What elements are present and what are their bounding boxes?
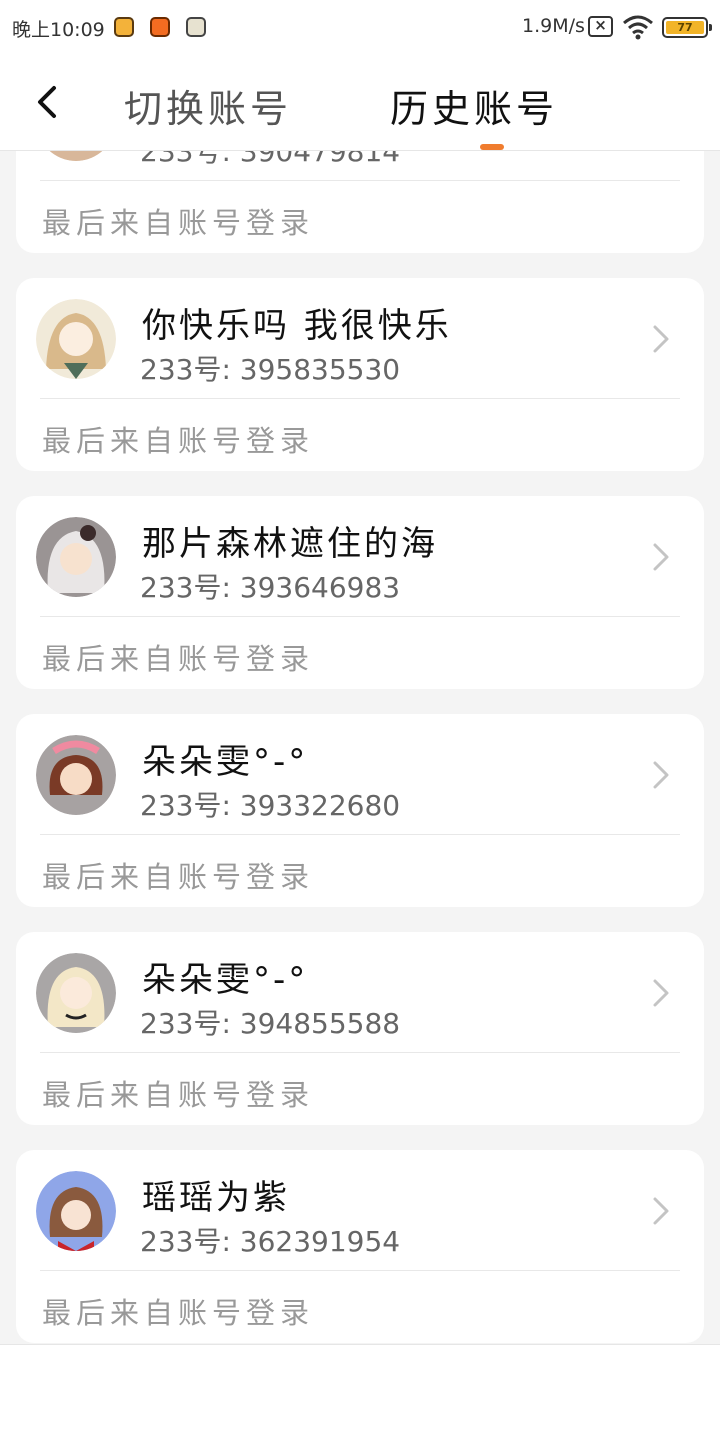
- status-bar: 晚上10:09 1.9M/s × 77: [0, 0, 720, 56]
- divider: [40, 834, 680, 835]
- chevron-right-icon: [653, 543, 669, 571]
- chevron-right-icon: [653, 761, 669, 789]
- account-id: 233号: 395835530: [140, 353, 401, 386]
- login-source[interactable]: 最后来自账号登录: [42, 636, 314, 678]
- bottom-area: [0, 1344, 720, 1440]
- account-card: 你快乐吗 我很快乐 233号: 395835530 最后来自账号登录: [16, 278, 704, 471]
- account-row[interactable]: 233号: 390479814: [16, 151, 704, 181]
- nickname: 朵朵雯°-°: [142, 742, 309, 782]
- battery-level: 77: [666, 21, 704, 34]
- divider: [40, 398, 680, 399]
- divider: [40, 1052, 680, 1053]
- account-row[interactable]: 你快乐吗 我很快乐 233号: 395835530: [16, 278, 704, 399]
- wifi-icon: [623, 15, 653, 40]
- app-icon-cat: [186, 17, 206, 37]
- nickname: 那片森林遮住的海: [142, 524, 438, 564]
- tab-history-account[interactable]: 历史账号: [390, 78, 558, 133]
- login-source[interactable]: 最后来自账号登录: [42, 854, 314, 896]
- nickname: 朵朵雯°-°: [142, 960, 309, 1000]
- divider: [40, 1270, 680, 1271]
- chevron-right-icon: [653, 979, 669, 1007]
- account-id: 233号: 393646983: [140, 571, 401, 604]
- account-card: 朵朵雯°-° 233号: 393322680 最后来自账号登录: [16, 714, 704, 907]
- account-id: 233号: 390479814: [140, 151, 401, 168]
- avatar: [36, 151, 116, 161]
- nickname: 瑶瑶为紫: [142, 1178, 290, 1218]
- tab-indicator: [480, 144, 504, 150]
- account-row[interactable]: 那片森林遮住的海 233号: 393646983: [16, 496, 704, 617]
- account-row[interactable]: 瑶瑶为紫 233号: 362391954: [16, 1150, 704, 1271]
- divider: [40, 616, 680, 617]
- login-source[interactable]: 最后来自账号登录: [42, 418, 314, 460]
- login-source[interactable]: 最后来自账号登录: [42, 1290, 314, 1332]
- avatar: [36, 1171, 116, 1251]
- account-card: 朵朵雯°-° 233号: 394855588 最后来自账号登录: [16, 932, 704, 1125]
- account-id: 233号: 393322680: [140, 789, 401, 822]
- network-speed: 1.9M/s: [522, 15, 585, 37]
- chevron-right-icon: [653, 1197, 669, 1225]
- account-row[interactable]: 朵朵雯°-° 233号: 393322680: [16, 714, 704, 835]
- sim-x-icon: ×: [588, 16, 613, 37]
- nickname: 你快乐吗 我很快乐: [142, 306, 452, 346]
- account-list: 233号: 390479814 最后来自账号登录 你快乐吗 我很快乐 233号:…: [16, 151, 704, 1344]
- avatar: [36, 953, 116, 1033]
- login-source[interactable]: 最后来自账号登录: [42, 1072, 314, 1114]
- account-id: 233号: 394855588: [140, 1007, 401, 1040]
- account-card: 瑶瑶为紫 233号: 362391954 最后来自账号登录: [16, 1150, 704, 1343]
- chevron-right-icon: [653, 325, 669, 353]
- avatar: [36, 517, 116, 597]
- account-card: 233号: 390479814 最后来自账号登录: [16, 151, 704, 253]
- header: 切换账号 历史账号: [0, 56, 720, 151]
- app-icon-orange: [150, 17, 170, 37]
- status-time: 晚上10:09: [12, 19, 105, 41]
- avatar: [36, 299, 116, 379]
- account-row[interactable]: 朵朵雯°-° 233号: 394855588: [16, 932, 704, 1053]
- account-id: 233号: 362391954: [140, 1225, 401, 1258]
- login-source[interactable]: 最后来自账号登录: [42, 200, 314, 242]
- divider: [40, 180, 680, 181]
- back-arrow-icon[interactable]: [28, 80, 68, 124]
- tab-switch-account[interactable]: 切换账号: [124, 78, 292, 133]
- account-card: 那片森林遮住的海 233号: 393646983 最后来自账号登录: [16, 496, 704, 689]
- battery-icon: 77: [662, 17, 712, 38]
- avatar: [36, 735, 116, 815]
- app-icon-tiger: [114, 17, 134, 37]
